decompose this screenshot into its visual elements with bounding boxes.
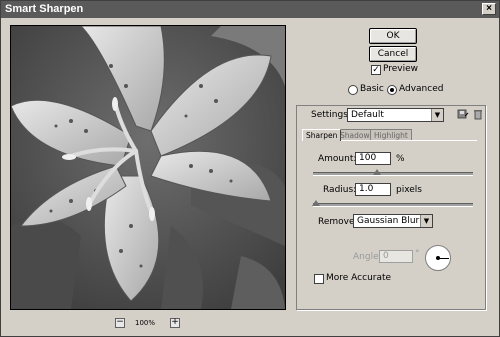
preview-checkbox[interactable]: ✓ bbox=[371, 65, 381, 75]
basic-label: Basic bbox=[360, 84, 384, 94]
more-accurate-checkbox[interactable] bbox=[314, 274, 324, 284]
more-accurate-label: More Accurate bbox=[326, 273, 392, 283]
title-bar: Smart Sharpen × bbox=[1, 1, 499, 18]
radius-input[interactable]: 1.0 bbox=[355, 183, 391, 196]
amount-slider[interactable] bbox=[313, 172, 473, 176]
preview-image[interactable] bbox=[10, 25, 286, 310]
angle-label: Angle: bbox=[353, 252, 382, 262]
radius-label: Radius: bbox=[323, 185, 357, 195]
close-icon[interactable]: × bbox=[482, 3, 496, 15]
angle-input[interactable]: 0 bbox=[379, 250, 413, 263]
chevron-down-icon: ▼ bbox=[431, 109, 443, 121]
basic-radio[interactable] bbox=[348, 85, 358, 95]
settings-label: Settings: bbox=[311, 110, 351, 120]
amount-slider-thumb[interactable] bbox=[373, 169, 381, 175]
advanced-radio[interactable] bbox=[387, 85, 397, 95]
zoom-level: 100% bbox=[135, 319, 156, 327]
angle-unit: ° bbox=[415, 249, 420, 259]
zoom-out-button[interactable]: − bbox=[115, 318, 125, 328]
smart-sharpen-dialog: Smart Sharpen × − 100% + OK Cancel ✓ Pre… bbox=[0, 0, 500, 337]
window-title: Smart Sharpen bbox=[5, 3, 84, 15]
remove-label: Remove: bbox=[318, 217, 358, 227]
radius-slider[interactable] bbox=[313, 203, 473, 207]
settings-dropdown[interactable]: Default ▼ bbox=[347, 108, 444, 122]
delete-settings-icon[interactable] bbox=[472, 108, 484, 120]
advanced-label: Advanced bbox=[399, 84, 444, 94]
remove-value: Gaussian Blur bbox=[357, 216, 420, 226]
save-settings-icon[interactable] bbox=[457, 108, 469, 120]
chevron-down-icon: ▼ bbox=[420, 215, 432, 227]
zoom-in-button[interactable]: + bbox=[170, 318, 180, 328]
radius-unit: pixels bbox=[396, 185, 422, 195]
remove-dropdown[interactable]: Gaussian Blur ▼ bbox=[353, 214, 433, 228]
tab-sharpen[interactable]: Sharpen bbox=[302, 129, 342, 141]
ok-button[interactable]: OK bbox=[369, 28, 417, 44]
lily-flower-image bbox=[11, 26, 285, 309]
cancel-button[interactable]: Cancel bbox=[369, 46, 417, 62]
amount-unit: % bbox=[396, 154, 405, 164]
amount-input[interactable]: 100 bbox=[355, 152, 391, 165]
settings-value: Default bbox=[351, 110, 384, 120]
angle-dial[interactable] bbox=[425, 245, 451, 271]
radius-slider-thumb[interactable] bbox=[312, 200, 321, 206]
amount-label: Amount: bbox=[318, 154, 357, 164]
preview-label: Preview bbox=[383, 64, 419, 74]
